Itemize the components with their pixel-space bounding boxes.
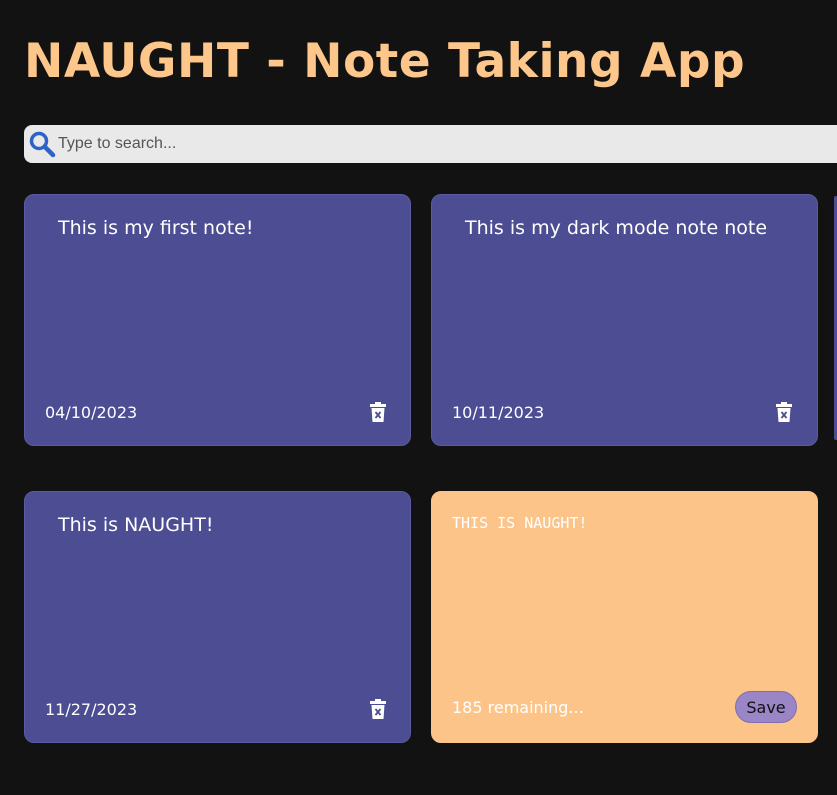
note-card: This is my first note! 04/10/2023 [24,194,411,446]
note-card: This is my dark mode note note 10/11/202… [431,194,818,446]
search-icon[interactable] [28,130,56,158]
note-date: 10/11/2023 [452,403,545,422]
trash-icon[interactable] [370,699,386,719]
note-date: 04/10/2023 [45,403,138,422]
note-text: This is NAUGHT! [58,514,214,536]
remaining-counter: 185 remaining... [452,698,584,717]
note-text: This is my first note! [58,217,254,239]
note-date: 11/27/2023 [45,700,138,719]
trash-icon[interactable] [370,402,386,422]
app-title: NAUGHT - Note Taking App [24,34,746,89]
app-container: NAUGHT - Note Taking App This is my firs… [0,0,837,795]
search-input[interactable] [58,125,837,163]
new-note-textarea[interactable] [452,514,792,664]
note-card: This is NAUGHT! 11/27/2023 [24,491,411,743]
note-text: This is my dark mode note note [465,217,768,239]
search-bar [24,125,837,163]
trash-icon[interactable] [776,402,792,422]
new-note-card: 185 remaining... Save [431,491,818,743]
save-button[interactable]: Save [735,691,797,723]
